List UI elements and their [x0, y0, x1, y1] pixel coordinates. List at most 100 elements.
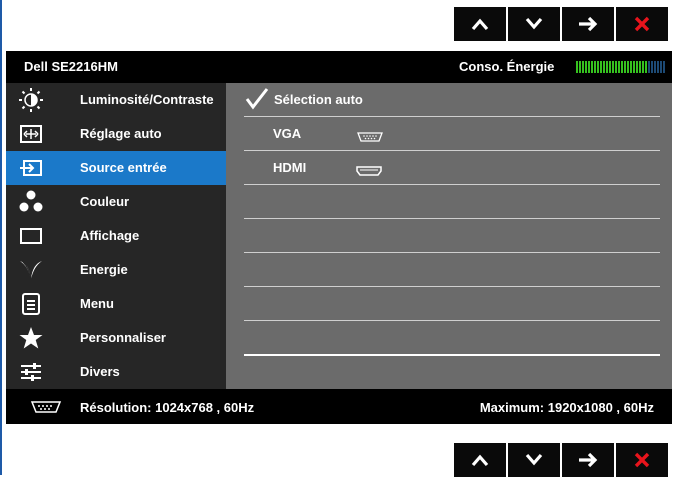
empty-row — [244, 185, 660, 219]
sidebar-item-label: Réglage auto — [80, 126, 162, 141]
energy-meter-segment — [591, 61, 593, 73]
energy-meter-segment — [615, 61, 617, 73]
energy-meter-segment — [606, 61, 608, 73]
energy-meter-segment — [603, 61, 605, 73]
content-panel: Sélection auto VGA HDMI — [226, 83, 672, 389]
caret-up-icon — [471, 454, 489, 467]
energy-meter-segment — [609, 61, 611, 73]
osd-menu: Dell SE2216HM Conso. Énergie Luminosité/… — [6, 51, 672, 424]
energy-meter-segment — [627, 61, 629, 73]
energy-meter-segment — [636, 61, 638, 73]
caret-down-icon — [525, 17, 543, 30]
energy-meter-segment — [576, 61, 578, 73]
sidebar-item-couleur[interactable]: Couleur — [6, 185, 226, 219]
energy-meter-segment — [579, 61, 581, 73]
empty-row — [244, 219, 660, 253]
energy-meter-segment — [645, 61, 647, 73]
exit-button[interactable] — [616, 7, 668, 41]
sidebar-item-label: Luminosité/Contraste — [80, 92, 214, 107]
menu-doc-icon — [18, 291, 44, 317]
energy-meter-segment — [582, 61, 584, 73]
sidebar-item-label: Affichage — [80, 228, 140, 243]
auto-adjust-icon — [18, 121, 44, 147]
arrow-right-icon — [579, 452, 598, 468]
enter-button[interactable] — [562, 7, 614, 41]
energy-meter-segment — [642, 61, 644, 73]
sidebar-item-reglage-auto[interactable]: Réglage auto — [6, 117, 226, 151]
status-bar: Résolution: 1024x768 , 60Hz Maximum: 192… — [6, 389, 672, 424]
option-hdmi[interactable]: HDMI — [244, 151, 660, 185]
display-rect-icon — [18, 223, 44, 249]
sidebar-item-label: Energie — [80, 262, 128, 277]
energy-meter-segment — [657, 61, 659, 73]
energy-meter-segment — [597, 61, 599, 73]
sidebar-item-menu[interactable]: Menu — [6, 287, 226, 321]
energy-meter-segment — [612, 61, 614, 73]
energy-meter-segment — [594, 61, 596, 73]
energy-meter-segment — [618, 61, 620, 73]
star-icon — [18, 325, 44, 351]
up-button[interactable] — [454, 443, 506, 477]
top-nav-bar — [452, 7, 668, 41]
enter-button[interactable] — [562, 443, 614, 477]
energy-meter-segment — [624, 61, 626, 73]
option-label: Sélection auto — [274, 92, 363, 107]
energy-meter-segment — [639, 61, 641, 73]
option-vga[interactable]: VGA — [244, 117, 660, 151]
option-label: VGA — [273, 126, 302, 141]
input-source-icon — [18, 155, 44, 181]
energy-meter-segment — [651, 61, 653, 73]
caret-up-icon — [471, 18, 489, 31]
sidebar-item-luminosite-contraste[interactable]: Luminosité/Contraste — [6, 83, 226, 117]
empty-row — [244, 287, 660, 321]
down-button[interactable] — [508, 443, 560, 477]
vga-port-icon — [356, 129, 384, 147]
sidebar-item-label: Source entrée — [80, 160, 167, 175]
option-label: HDMI — [273, 160, 307, 175]
vga-port-icon — [30, 400, 62, 418]
energy-meter-segment — [621, 61, 623, 73]
color-dots-icon — [18, 189, 44, 215]
brightness-icon — [18, 87, 44, 113]
max-resolution: Maximum: 1920x1080 , 60Hz — [479, 400, 654, 415]
sidebar-item-affichage[interactable]: Affichage — [6, 219, 226, 253]
close-icon — [634, 16, 650, 32]
up-button[interactable] — [454, 7, 506, 41]
sidebar-item-label: Personnaliser — [80, 330, 166, 345]
bottom-nav-bar — [452, 443, 668, 477]
sidebar-item-personnaliser[interactable]: Personnaliser — [6, 321, 226, 355]
sidebar-item-label: Menu — [80, 296, 114, 311]
empty-row — [244, 253, 660, 287]
hdmi-port-icon — [356, 163, 382, 181]
sidebar-item-label: Couleur — [80, 194, 130, 209]
exit-button[interactable] — [616, 443, 668, 477]
checkmark-icon — [244, 87, 270, 116]
energy-meter-segment — [630, 61, 632, 73]
caret-down-icon — [525, 453, 543, 466]
down-button[interactable] — [508, 7, 560, 41]
energy-meter-segment — [588, 61, 590, 73]
energy-leaf-icon — [18, 257, 44, 283]
energy-meter — [576, 61, 666, 73]
energy-meter-segment — [600, 61, 602, 73]
energy-meter-segment — [660, 61, 662, 73]
left-frame-line — [0, 0, 2, 475]
model-name: Dell SE2216HM — [24, 59, 118, 74]
arrow-right-icon — [579, 16, 598, 32]
energy-meter-segment — [585, 61, 587, 73]
option-auto-select[interactable]: Sélection auto — [244, 83, 660, 117]
empty-row — [244, 321, 660, 356]
energy-meter-segment — [663, 61, 665, 73]
sidebar-item-energie[interactable]: Energie — [6, 253, 226, 287]
current-resolution: Résolution: 1024x768 , 60Hz — [80, 400, 255, 415]
sidebar-item-source-entree[interactable]: Source entrée — [6, 151, 226, 185]
osd-header: Dell SE2216HM Conso. Énergie — [6, 51, 672, 83]
energy-consumption-label: Conso. Énergie — [459, 59, 555, 74]
sidebar: Luminosité/Contraste Réglage auto Source… — [6, 83, 226, 389]
sidebar-item-divers[interactable]: Divers — [6, 355, 226, 389]
sidebar-item-label: Divers — [80, 364, 120, 379]
close-icon — [634, 452, 650, 468]
energy-meter-segment — [633, 61, 635, 73]
sliders-icon — [18, 359, 44, 385]
energy-meter-segment — [648, 61, 650, 73]
